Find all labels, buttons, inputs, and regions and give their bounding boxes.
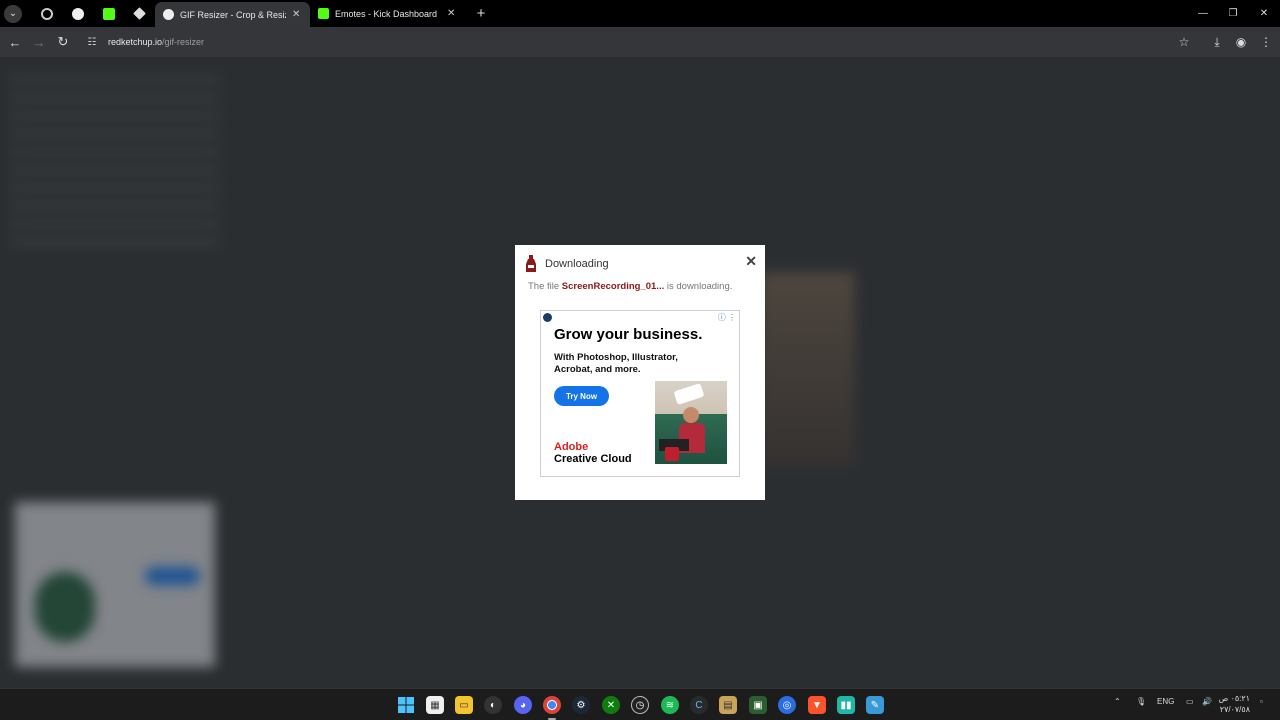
ketchup-icon (71, 7, 84, 20)
ad-subline: With Photoshop, Illustrator, Acrobat, an… (554, 352, 678, 375)
close-dialog-icon[interactable]: ✕ (745, 253, 757, 270)
tab-title: Emotes - Kick Dashboard (335, 8, 438, 19)
gaming-app-icon[interactable]: ▣ (749, 696, 767, 714)
windows-start-icon[interactable] (397, 696, 415, 714)
spotify-icon[interactable]: ≋ (661, 696, 679, 714)
page-content: Downloading ✕ The file ScreenRecording_0… (0, 57, 1280, 688)
audio-app-icon[interactable]: ▮▮ (837, 696, 855, 714)
taskbar: ▦ ▭ ◐ ◕ ⚙ ✕ ◷ ≋ C ▤ ▣ ◎ ▼ ▮▮ ✎ ⌃ 🎙 ENG ▭… (0, 688, 1280, 720)
clock-date: ٢٧/٠٧/٥٨ (1219, 705, 1250, 714)
pinned-tab-4[interactable] (124, 0, 155, 27)
new-tab-button[interactable]: + (471, 5, 491, 22)
dialog-header: Downloading (525, 255, 609, 273)
blurred-ad (15, 502, 215, 667)
tab-search-button[interactable]: ⌄ (4, 4, 22, 23)
download-dialog: Downloading ✕ The file ScreenRecording_0… (515, 245, 765, 500)
url-text: redketchup.io/gif-resizer (108, 37, 205, 47)
curseforge-icon[interactable]: C (690, 696, 708, 714)
tab-gif-resizer[interactable]: GIF Resizer - Crop & Resize Ani ✕ (155, 2, 310, 27)
store-icon[interactable]: ▦ (426, 696, 444, 714)
dialog-title: Downloading (545, 258, 609, 270)
microphone-icon[interactable]: 🎙 (1136, 697, 1146, 706)
discord-icon[interactable]: ◕ (514, 696, 532, 714)
show-hidden-icons[interactable]: ⌃ (1114, 697, 1121, 706)
ad-shield-icon (543, 313, 552, 322)
close-tab-icon[interactable]: ✕ (290, 9, 302, 20)
try-now-button[interactable]: Try Now (554, 386, 609, 406)
close-tab-icon[interactable]: ✕ (445, 8, 457, 19)
address-bar[interactable]: ☷ redketchup.io/gif-resizer (80, 29, 1200, 55)
back-button[interactable]: ← (3, 30, 27, 54)
clock-time: ٠٥:٢١ ص (1218, 694, 1250, 703)
file-name: ScreenRecording_01... (561, 281, 665, 292)
paint-icon[interactable]: ✎ (866, 696, 884, 714)
system-clock[interactable]: ٠٥:٢١ ص ٢٧/٠٧/٥٨ (1219, 693, 1250, 715)
clock-app-icon[interactable]: ◷ (631, 696, 649, 714)
brave-icon[interactable]: ▼ (808, 696, 826, 714)
bookmark-star-icon[interactable]: ☆ (1172, 27, 1196, 57)
download-icon[interactable]: ⤓ (1205, 27, 1229, 57)
tab-kick-dashboard[interactable]: Emotes - Kick Dashboard ✕ (310, 0, 465, 27)
tab-title: GIF Resizer - Crop & Resize Ani (180, 9, 286, 20)
volume-icon[interactable]: 🔊 (1202, 697, 1212, 706)
kick-icon (318, 8, 329, 19)
notification-icon[interactable]: ▫ (1260, 697, 1263, 706)
profile-icon[interactable]: ◉ (1229, 27, 1253, 57)
diamond-icon (133, 7, 146, 20)
network-icon[interactable]: ▭ (1186, 697, 1194, 706)
pinned-tab-3[interactable] (93, 0, 124, 27)
forward-button[interactable]: → (27, 30, 51, 54)
minimize-button[interactable]: — (1188, 0, 1218, 27)
steam-icon[interactable]: ⚙ (572, 696, 590, 714)
tab-strip: ⌄ GIF Resizer - Crop & Resize Ani ✕ Emot… (0, 0, 1280, 27)
ketchup-bottle-icon (526, 255, 536, 272)
chrome-icon[interactable] (543, 696, 561, 714)
close-window-button[interactable]: ✕ (1249, 0, 1279, 27)
edge-icon[interactable]: ◎ (778, 696, 796, 714)
reload-button[interactable]: ↻ (51, 30, 75, 54)
xbox-icon[interactable]: ✕ (602, 696, 620, 714)
blurred-sidebar (10, 77, 220, 247)
ad-image (655, 381, 727, 464)
pinned-tab-2[interactable] (62, 0, 93, 27)
restore-button[interactable]: ❐ (1218, 0, 1248, 27)
browser-toolbar: ← → ↻ ☷ redketchup.io/gif-resizer (0, 27, 1280, 57)
obs-icon[interactable]: ◐ (484, 696, 502, 714)
ad-brand-adobe: Adobe (554, 441, 589, 453)
ad-headline: Grow your business. (554, 326, 703, 343)
blurred-preview (760, 272, 855, 467)
kick-icon (102, 7, 115, 20)
language-indicator[interactable]: ENG (1157, 697, 1174, 706)
ketchup-icon (163, 9, 174, 20)
ad-brand-creative-cloud: Creative Cloud (554, 453, 632, 465)
download-message: The file ScreenRecording_01... is downlo… (528, 281, 733, 292)
file-explorer-icon[interactable]: ▭ (455, 696, 473, 714)
photos-icon[interactable]: ▤ (719, 696, 737, 714)
site-info-icon[interactable]: ☷ (84, 34, 100, 50)
ad-info-icon[interactable]: ⓘ ⋮ (718, 312, 736, 323)
globe-icon (40, 7, 53, 20)
advertisement[interactable]: ⓘ ⋮ Grow your business. With Photoshop, … (540, 310, 740, 477)
pinned-tab-1[interactable] (31, 0, 62, 27)
menu-icon[interactable]: ⋮ (1254, 27, 1278, 57)
